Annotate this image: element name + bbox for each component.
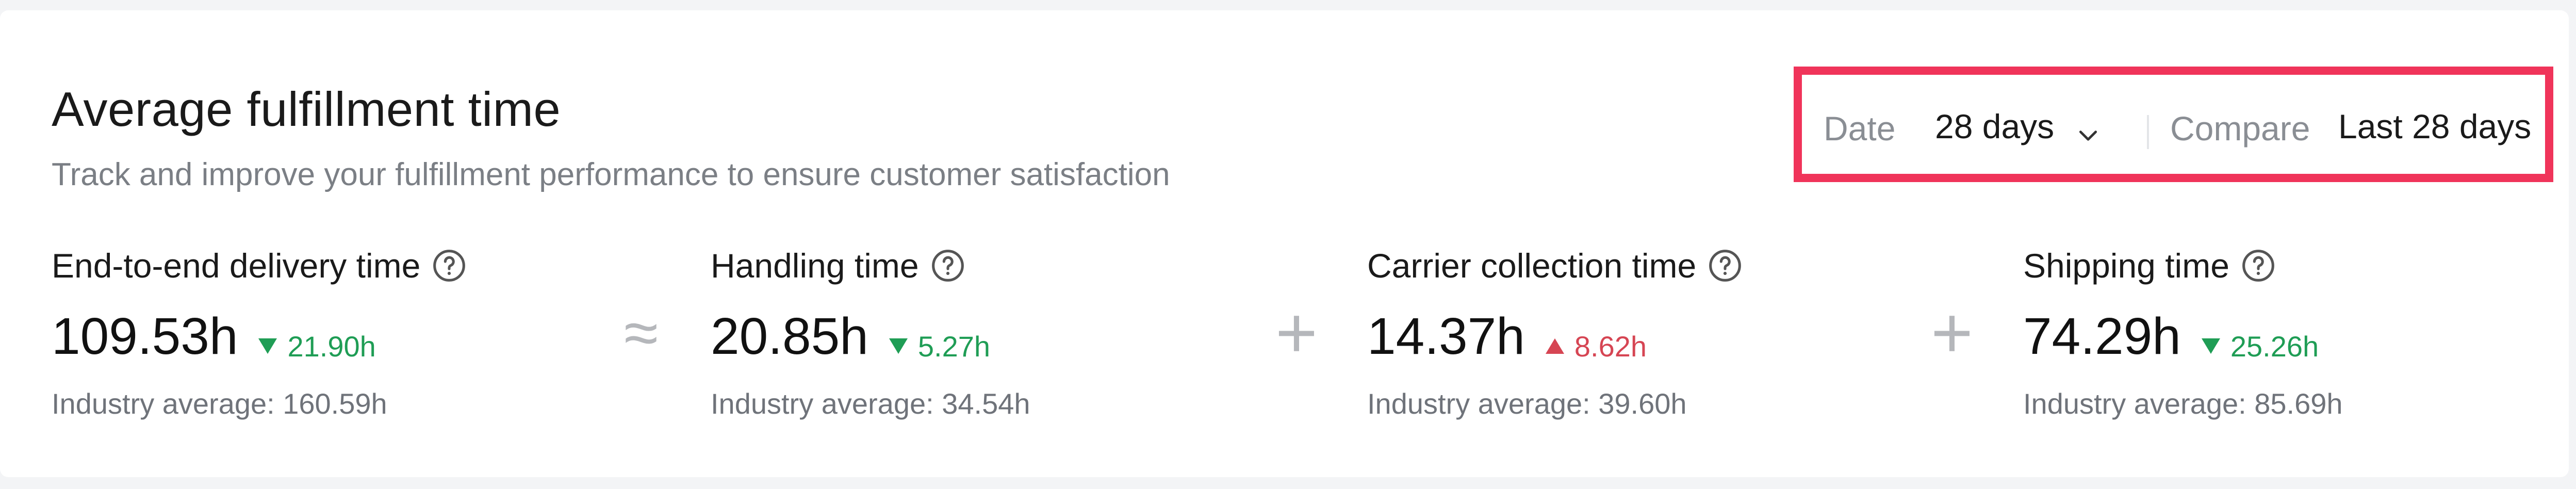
metric-delta-value: 25.26h [2230,330,2319,363]
card-subtitle: Track and improve your fulfillment perfo… [52,157,1170,192]
compare-label: Compare [2170,109,2310,148]
decrease-arrow-icon [889,338,908,354]
metric-shipping: Shipping time 74.29h 25.26h Industry ave… [2023,245,2343,420]
increase-arrow-icon [1545,338,1564,354]
metric-title: Shipping time [2023,247,2229,285]
metric-handling: Handling time 20.85h 5.27h Industry aver… [711,245,1030,420]
fulfillment-card: Average fulfillment time Track and impro… [0,10,2569,477]
decrease-arrow-icon [2201,338,2220,354]
metric-carrier-collection: Carrier collection time 14.37h 8.62h Ind… [1367,245,1743,420]
help-icon[interactable] [930,248,965,283]
metric-value: 74.29h [2023,307,2181,365]
approx-operator: ≈ [624,298,658,367]
card-title: Average fulfillment time [52,82,561,136]
metric-title: Carrier collection time [1367,247,1697,285]
metric-end-to-end: End-to-end delivery time 109.53h 21.90h … [52,245,467,420]
metric-delta: 21.90h [258,330,376,363]
metric-delta-value: 5.27h [917,330,990,363]
compare-select[interactable]: Last 28 days [2338,107,2531,146]
industry-average: Industry average: 34.54h [711,387,1030,420]
industry-average: Industry average: 39.60h [1367,387,1687,420]
industry-average: Industry average: 160.59h [52,387,387,420]
industry-average: Industry average: 85.69h [2023,387,2343,420]
metric-delta: 8.62h [1545,330,1647,363]
metric-delta-value: 8.62h [1574,330,1647,363]
filter-divider [2147,115,2149,149]
decrease-arrow-icon [258,338,277,354]
metric-delta: 5.27h [889,330,990,363]
metric-delta: 25.26h [2201,330,2319,363]
plus-operator: + [1275,292,1318,373]
date-select[interactable]: 28 days [1935,107,2054,146]
filter-bar: Date 28 days Compare Last 28 days [1794,67,2553,182]
date-label: Date [1824,109,1896,148]
metric-title: Handling time [711,247,919,285]
plus-operator: + [1931,292,1973,373]
help-icon[interactable] [2241,248,2276,283]
metric-title: End-to-end delivery time [52,247,421,285]
metric-value: 20.85h [711,307,868,365]
metric-delta-value: 21.90h [287,330,376,363]
chevron-down-icon[interactable] [2077,124,2099,147]
help-icon[interactable] [1708,248,1743,283]
metric-value: 109.53h [52,307,238,365]
help-icon[interactable] [432,248,467,283]
metric-value: 14.37h [1367,307,1525,365]
